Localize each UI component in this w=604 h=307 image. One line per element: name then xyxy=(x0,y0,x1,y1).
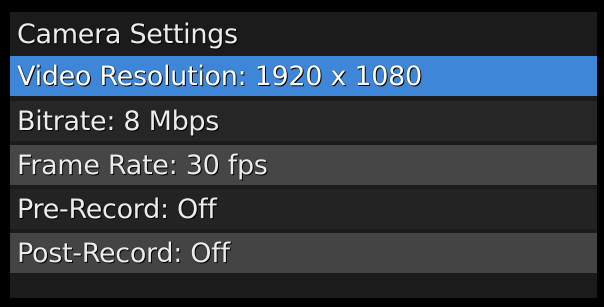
menu-item-post-record[interactable]: Post-Record: Off xyxy=(10,233,597,273)
camera-settings-menu: Camera Settings Video Resolution: 1920 x… xyxy=(10,12,597,298)
menu-item-video-resolution[interactable]: Video Resolution: 1920 x 1080 xyxy=(10,56,597,96)
menu-title: Camera Settings xyxy=(10,12,597,56)
menu-item-bitrate[interactable]: Bitrate: 8 Mbps xyxy=(10,101,597,141)
menu-item-frame-rate[interactable]: Frame Rate: 30 fps xyxy=(10,145,597,185)
menu-item-pre-record[interactable]: Pre-Record: Off xyxy=(10,189,597,229)
